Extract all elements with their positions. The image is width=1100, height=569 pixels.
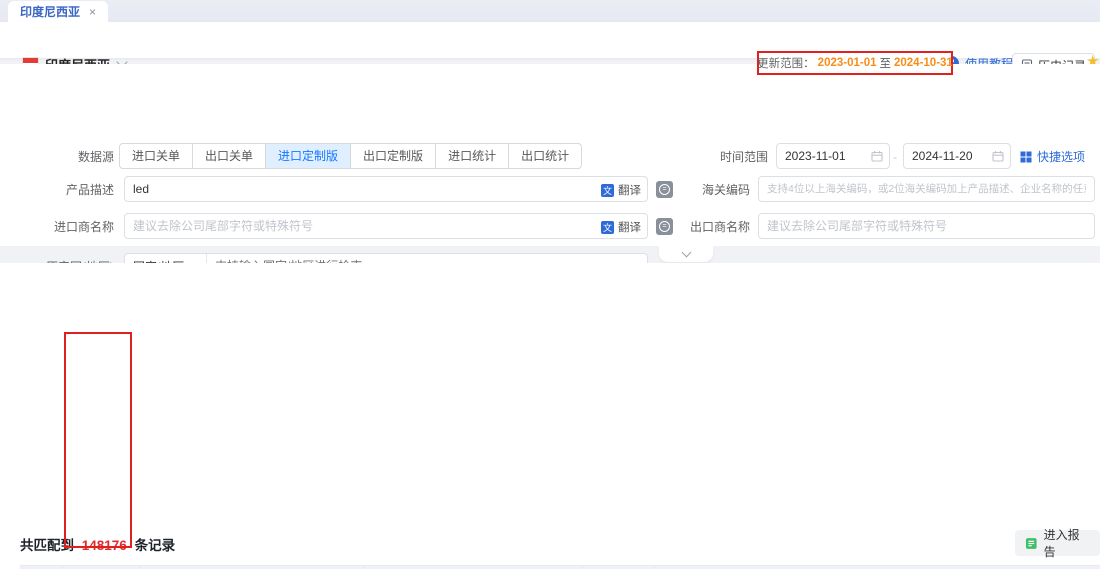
translate-icon: 文 [601, 184, 614, 197]
report-icon [1025, 537, 1038, 550]
update-range-banner: 更新范围： 2023-01-01 至 2024-10-31 [757, 51, 953, 75]
matched-suffix: 条记录 [135, 538, 176, 553]
translate-icon: 文 [601, 221, 614, 234]
data-source-label: 数据源 [20, 150, 114, 164]
product-desc-field: 文 翻译 [124, 176, 648, 202]
data-source-tab[interactable]: 出口关单 [193, 143, 266, 169]
importer-input[interactable] [124, 213, 648, 239]
translate-label: 翻译 [618, 182, 641, 198]
enter-report-label: 进入报告 [1044, 526, 1090, 560]
trade-data-app: 印度尼西亚 × 印度尼西亚 ? 使用教程 历史记录 ★ 更新范围： 2023-0… [0, 0, 1100, 569]
quick-options-icon [1020, 151, 1032, 163]
product-desc-input[interactable] [124, 176, 648, 202]
collapse-chevron-icon [681, 248, 691, 258]
tab-indonesia[interactable]: 印度尼西亚 × [8, 1, 108, 22]
data-source-tab[interactable]: 出口统计 [509, 143, 582, 169]
data-source-tab[interactable]: 进口关单 [119, 143, 193, 169]
results-panel: 共匹配到 148176 条记录 进入报告 查看日期进口商名称(标准)出口商名称(… [0, 263, 1100, 569]
translate-button[interactable]: 文 翻译 [601, 219, 641, 235]
translate-label: 翻译 [618, 219, 641, 235]
date-separator: - [893, 150, 897, 164]
importer-label: 进口商名称 [20, 220, 114, 234]
update-range-to: 至 [880, 55, 892, 71]
collapse-form-handle[interactable] [659, 246, 713, 262]
exporter-field [758, 213, 1095, 239]
enter-report-button[interactable]: 进入报告 [1015, 530, 1100, 556]
quick-options-label: 快捷选项 [1037, 148, 1085, 165]
tab-bar: 印度尼西亚 × [0, 0, 1100, 23]
hs-code-field [758, 176, 1095, 202]
product-desc-label: 产品描述 [20, 183, 114, 197]
result-summary: 共匹配到 148176 条记录 [20, 534, 175, 554]
update-range-label: 更新范围： [757, 55, 815, 71]
date-start-field [776, 143, 890, 169]
close-icon[interactable]: × [89, 5, 96, 19]
tab-title: 印度尼西亚 [20, 3, 80, 20]
hs-code-label: 海关编码 [662, 183, 750, 197]
results-table: 查看日期进口商名称(标准)出口商名称(标准)海关编码产品描述 2024-10-3… [20, 565, 1100, 569]
time-range-label: 时间范围 [680, 150, 768, 164]
exporter-input[interactable] [758, 213, 1095, 239]
search-form: 数据源 进口关单出口关单进口定制版出口定制版进口统计出口统计 时间范围 - [0, 64, 1100, 246]
matched-prefix: 共匹配到 [20, 538, 74, 553]
hs-code-input[interactable] [758, 176, 1095, 202]
translate-button[interactable]: 文 翻译 [601, 182, 641, 198]
data-source-tab[interactable]: 进口定制版 [266, 143, 351, 169]
update-range-start: 2023-01-01 [818, 57, 877, 69]
matched-count: 148176 [78, 538, 131, 553]
exporter-label: 出口商名称 [662, 220, 750, 234]
importer-field: 文 翻译 [124, 213, 648, 239]
data-source-tabs: 进口关单出口关单进口定制版出口定制版进口统计出口统计 [119, 143, 582, 169]
quick-options-button[interactable]: 快捷选项 [1020, 148, 1085, 165]
calendar-icon [992, 150, 1004, 162]
data-source-tab[interactable]: 进口统计 [436, 143, 509, 169]
calendar-icon [871, 150, 883, 162]
update-range-end: 2024-10-31 [894, 57, 953, 69]
date-end-field [903, 143, 1011, 169]
data-source-tab[interactable]: 出口定制版 [351, 143, 436, 169]
